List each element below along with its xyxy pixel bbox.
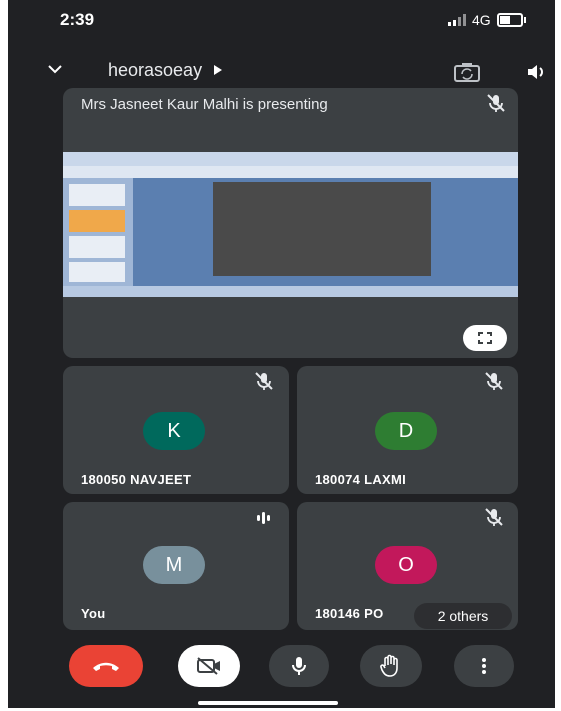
signal-icon	[448, 14, 466, 26]
home-indicator[interactable]	[198, 701, 338, 705]
status-time: 2:39	[60, 10, 95, 29]
mic-icon	[292, 657, 306, 675]
avatar: O	[375, 546, 437, 584]
mic-off-icon	[485, 508, 503, 526]
participant-tile-you[interactable]: M You	[63, 502, 289, 630]
mic-off-icon	[255, 372, 273, 390]
battery-icon	[496, 13, 526, 27]
mic-off-icon	[487, 94, 505, 112]
shared-screen	[63, 152, 518, 297]
avatar: K	[143, 412, 205, 450]
fullscreen-icon	[478, 332, 492, 344]
status-icons: 4G	[448, 12, 526, 28]
phone-screen: 2:39 4G heorasoeay Mrs Jasneet Kaur Malh…	[8, 0, 555, 708]
network-label: 4G	[472, 12, 491, 28]
participant-tile-laxmi[interactable]: D 180074 LAXMI	[297, 366, 518, 494]
fullscreen-button[interactable]	[463, 325, 507, 351]
chevron-down-icon[interactable]	[48, 62, 62, 76]
participant-name: 180074 LAXMI	[315, 472, 407, 487]
more-options-button[interactable]	[454, 645, 514, 687]
participant-name: 180050 NAVJEET	[81, 472, 192, 487]
presenting-title: Mrs Jasneet Kaur Malhi is presenting	[81, 96, 328, 113]
meeting-title[interactable]: heorasoeay	[108, 60, 223, 81]
camera-toggle-button[interactable]	[178, 645, 240, 687]
mic-off-icon	[485, 372, 503, 390]
speaking-indicator-icon	[257, 512, 270, 524]
participant-name: You	[81, 606, 106, 621]
avatar: D	[375, 412, 437, 450]
switch-camera-icon[interactable]	[454, 62, 480, 82]
avatar: M	[143, 546, 205, 584]
end-call-button[interactable]	[69, 645, 143, 687]
participant-tile-navjeet[interactable]: K 180050 NAVJEET	[63, 366, 289, 494]
play-arrow-icon	[214, 65, 223, 75]
end-call-icon	[93, 662, 119, 671]
participant-name: 180146 PO	[315, 606, 384, 621]
camera-off-icon	[197, 657, 220, 675]
presentation-tile[interactable]: Mrs Jasneet Kaur Malhi is presenting	[63, 88, 518, 358]
others-button[interactable]: 2 others	[414, 603, 512, 629]
raise-hand-button[interactable]	[360, 645, 422, 687]
more-icon	[482, 658, 486, 674]
meeting-title-text: heorasoeay	[108, 60, 203, 80]
speaker-icon[interactable]	[526, 62, 548, 82]
raise-hand-icon	[380, 654, 398, 677]
mic-button[interactable]	[269, 645, 329, 687]
